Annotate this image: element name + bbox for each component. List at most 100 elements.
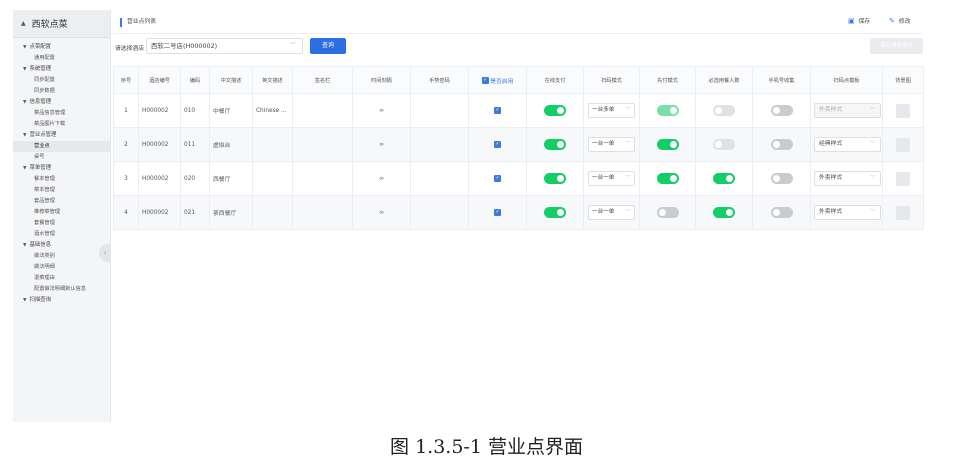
sidebar-item[interactable]: 营业点: [13, 141, 110, 152]
template-cell[interactable]: 外卖样式 ﹀: [810, 195, 883, 230]
template-cell[interactable]: 外卖样式 ﹀: [810, 93, 883, 128]
scan-mode-cell[interactable]: 一台一单 ﹀: [583, 127, 640, 162]
sidebar-item[interactable]: 菜本管理: [13, 185, 110, 196]
phone-collect-toggle[interactable]: [770, 139, 793, 150]
enabled-checkbox[interactable]: ✓: [494, 175, 501, 182]
sidebar-item[interactable]: 套餐管理: [13, 218, 110, 229]
sidebar-item[interactable]: 做法明细: [13, 262, 110, 273]
table-row[interactable]: 3 H000002 020 西餐厅 ∞ ✓ 一台一单 ﹀ 外卖样式 ﹀: [113, 161, 924, 196]
sidebar-item[interactable]: 同步配置: [13, 75, 110, 86]
online-pay-toggle[interactable]: [544, 207, 566, 218]
prepay-cell[interactable]: [639, 195, 696, 230]
scan-mode-select[interactable]: 一台多单 ﹀: [588, 103, 635, 118]
phone-collect-toggle[interactable]: [770, 207, 793, 218]
scan-mode-select[interactable]: 一台一单 ﹀: [588, 205, 635, 220]
background-cell[interactable]: [882, 161, 924, 196]
save-button[interactable]: ▣ 保存: [848, 16, 870, 26]
edit-button[interactable]: ✎ 修改: [889, 16, 910, 26]
prepay-toggle[interactable]: [656, 207, 679, 218]
sidebar-group[interactable]: ▼ 点菜配置: [13, 42, 110, 53]
enabled-checkbox[interactable]: ✓: [494, 141, 501, 148]
sidebar-item[interactable]: 推荐菜管理: [13, 207, 110, 218]
sidebar-item[interactable]: 桌号: [13, 152, 110, 163]
prepay-toggle[interactable]: [656, 139, 679, 150]
sidebar-group[interactable]: ▼ 营业点管理: [13, 130, 110, 141]
phone-cell[interactable]: [752, 93, 811, 128]
online-pay-cell[interactable]: [526, 161, 584, 196]
template-select[interactable]: 外卖样式 ﹀: [814, 103, 881, 118]
table-row[interactable]: 2 H000002 011 虚拟台 ∞ ✓ 一台一单 ﹀ 经典样式 ﹀: [113, 127, 924, 162]
online-pay-toggle[interactable]: [544, 139, 566, 150]
sidebar-group[interactable]: ▼ 基础信息: [13, 240, 110, 251]
brand[interactable]: ▲ 西软点菜: [13, 10, 110, 38]
online-pay-cell[interactable]: [526, 93, 584, 128]
prepay-cell[interactable]: [639, 127, 696, 162]
phone-cell[interactable]: [752, 161, 811, 196]
background-image-button[interactable]: [896, 205, 910, 220]
online-pay-toggle[interactable]: [544, 173, 566, 184]
prepay-cell[interactable]: [639, 93, 696, 128]
scan-mode-cell[interactable]: 一台多单 ﹀: [583, 93, 640, 128]
background-image-button[interactable]: [896, 137, 910, 152]
enabled-cell[interactable]: ✓: [468, 195, 527, 230]
phone-collect-toggle[interactable]: [770, 173, 793, 184]
enabled-checkbox[interactable]: ✓: [494, 107, 501, 114]
template-select[interactable]: 外卖样式 ﹀: [814, 205, 881, 220]
sidebar-item[interactable]: 套品管理: [13, 196, 110, 207]
sidebar-item[interactable]: 菜品图片下载: [13, 119, 110, 130]
sidebar-item[interactable]: 退菜理由: [13, 273, 110, 284]
template-select[interactable]: 外卖样式 ﹀: [814, 171, 881, 186]
query-button[interactable]: 查询: [310, 38, 346, 54]
template-select[interactable]: 经典样式 ﹀: [814, 137, 881, 152]
chevron-left-icon[interactable]: ‹: [99, 244, 111, 262]
store-select[interactable]: 西软二号店(H000002) ﹀: [146, 38, 303, 54]
enabled-checkbox[interactable]: ✓: [494, 209, 501, 216]
scan-mode-cell[interactable]: 一台一单 ﹀: [583, 195, 640, 230]
background-image-button[interactable]: [896, 171, 910, 186]
sidebar-item[interactable]: 做法类别: [13, 251, 110, 262]
scan-mode-select[interactable]: 一台一单 ﹀: [588, 171, 635, 186]
phone-cell[interactable]: [752, 127, 811, 162]
diners-required-toggle[interactable]: [713, 207, 735, 218]
sidebar-item[interactable]: 餐本管理: [13, 174, 110, 185]
diners-cell[interactable]: [695, 127, 753, 162]
diners-cell[interactable]: [695, 93, 753, 128]
template-cell[interactable]: 外卖样式 ﹀: [810, 161, 883, 196]
phone-cell[interactable]: [752, 195, 811, 230]
diners-cell[interactable]: [695, 161, 753, 196]
sidebar-item[interactable]: 同步数据: [13, 86, 110, 97]
enabled-cell[interactable]: ✓: [468, 161, 527, 196]
diners-cell[interactable]: [695, 195, 753, 230]
table-row[interactable]: 4 H000002 021 茶西餐厅 ∞ ✓ 一台一单 ﹀ 外卖样式 ﹀: [113, 195, 924, 230]
online-pay-toggle[interactable]: [544, 105, 566, 116]
enabled-cell[interactable]: ✓: [468, 127, 527, 162]
table-row[interactable]: 1 H000002 010 中餐厅 Chinese ... ∞ ✓ 一台多单 ﹀ 外卖样式 ﹀: [113, 93, 924, 128]
sidebar-group[interactable]: ▼ 系统管理: [13, 64, 110, 75]
prepay-cell[interactable]: [639, 161, 696, 196]
online-pay-cell[interactable]: [526, 195, 584, 230]
sidebar-group[interactable]: ▼ 信息管理: [13, 97, 110, 108]
scan-mode-cell[interactable]: 一台一单 ﹀: [583, 161, 640, 196]
sidebar-item[interactable]: 通用配置: [13, 53, 110, 64]
background-cell[interactable]: [882, 127, 924, 162]
sidebar-group[interactable]: ▼ 扫描查询: [13, 295, 110, 306]
scan-mode-select[interactable]: 一台一单 ﹀: [588, 137, 635, 152]
enabled-cell[interactable]: ✓: [468, 93, 527, 128]
sidebar-item[interactable]: 酒水管理: [13, 229, 110, 240]
template-cell[interactable]: 经典样式 ﹀: [810, 127, 883, 162]
sidebar-item[interactable]: 菜品信息管理: [13, 108, 110, 119]
prepay-toggle[interactable]: [656, 173, 679, 184]
prepay-toggle[interactable]: [656, 105, 679, 116]
phone-collect-toggle[interactable]: [770, 105, 793, 116]
background-cell[interactable]: [882, 195, 924, 230]
sidebar-group[interactable]: ▼ 菜单管理: [13, 163, 110, 174]
diners-required-toggle[interactable]: [713, 173, 735, 184]
diners-required-toggle[interactable]: [713, 139, 735, 150]
sidebar-item[interactable]: 配置做法明细默认信息: [13, 284, 110, 295]
diners-required-toggle[interactable]: [713, 105, 735, 116]
column-header[interactable]: ✓ 是否启用: [468, 66, 527, 94]
background-cell[interactable]: [882, 93, 924, 128]
select-all-checkbox[interactable]: ✓: [481, 76, 489, 84]
save-order-button[interactable]: 保存排序顺序: [870, 38, 923, 54]
online-pay-cell[interactable]: [526, 127, 584, 162]
